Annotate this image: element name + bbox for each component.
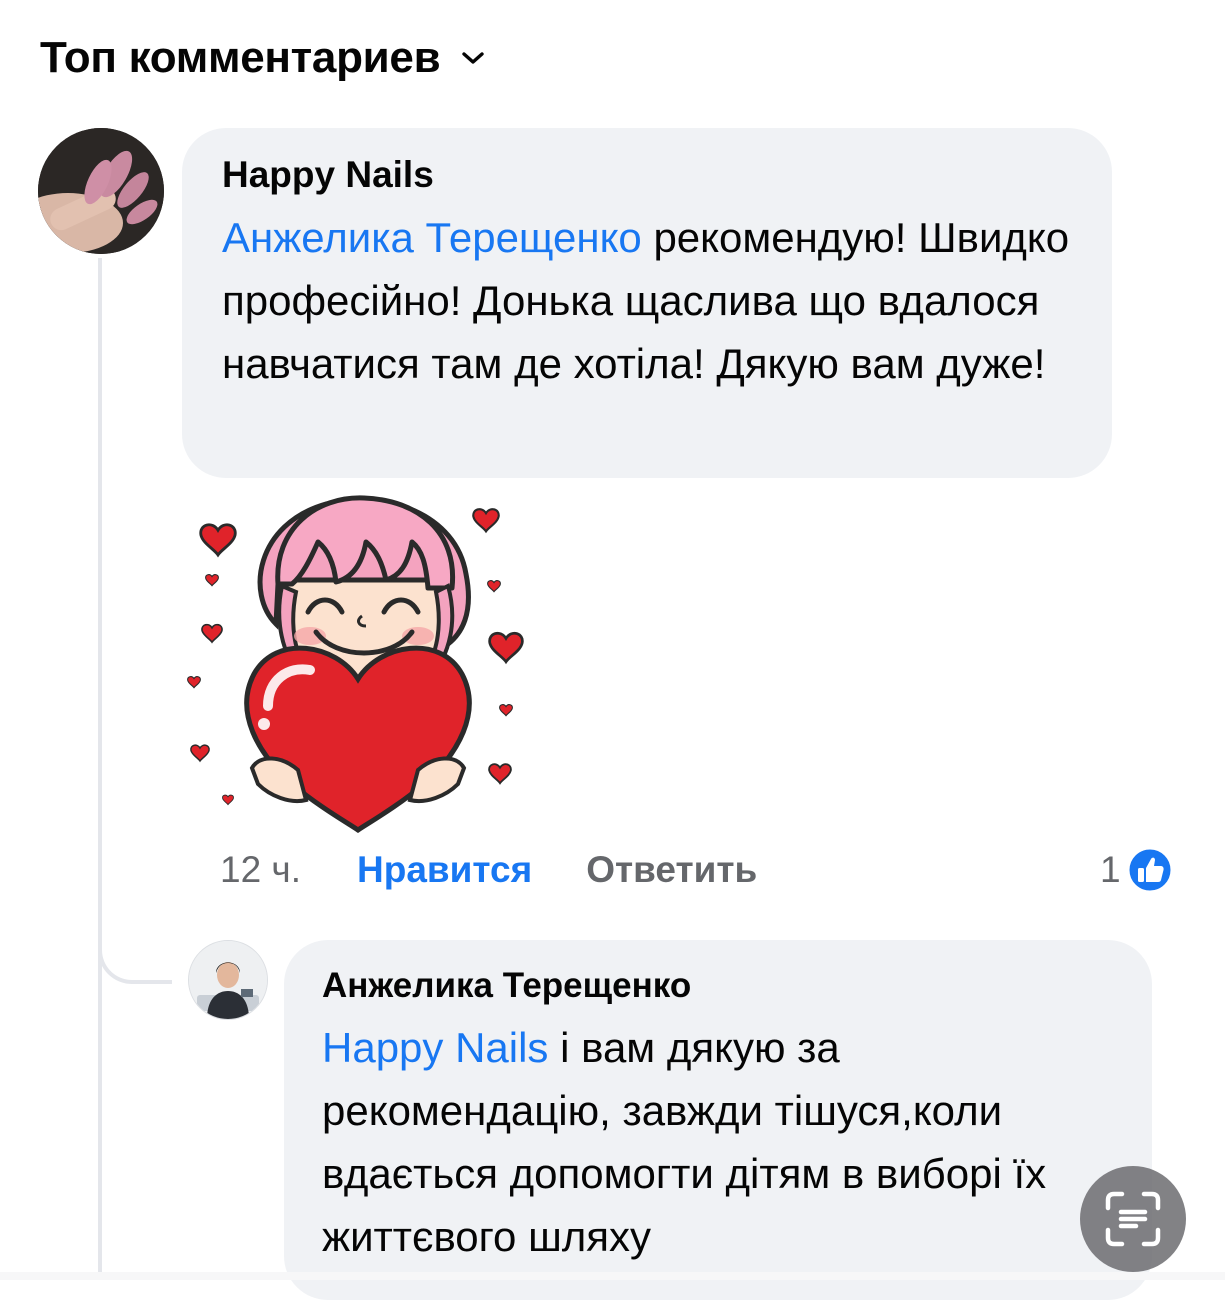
girl-holding-heart-sticker — [187, 495, 524, 834]
text-scan-button[interactable] — [1080, 1166, 1186, 1272]
reactions-summary[interactable]: 1 — [1100, 842, 1175, 898]
nails-photo-icon — [38, 128, 164, 254]
like-button[interactable]: Нравится — [357, 849, 532, 891]
mention-link[interactable]: Happy Nails — [322, 1024, 548, 1071]
bottom-edge — [0, 1272, 1225, 1280]
person-photo-icon — [189, 941, 267, 1019]
scan-text-icon — [1105, 1191, 1161, 1247]
reply-author[interactable]: Анжелика Терещенко — [322, 966, 1122, 1006]
comment-bubble: Happy Nails Анжелика Терещенко рекоменду… — [182, 128, 1112, 478]
sort-title: Топ комментариев — [40, 33, 441, 82]
reply-bubble: Анжелика Терещенко Happy Nails і вам дяк… — [284, 940, 1152, 1300]
thread-line — [98, 258, 102, 1280]
reply-button[interactable]: Ответить — [586, 849, 757, 891]
avatar[interactable] — [188, 940, 268, 1020]
avatar[interactable] — [38, 128, 164, 254]
like-icon — [1126, 846, 1174, 894]
mention-link[interactable]: Анжелика Терещенко — [222, 214, 642, 261]
comment-text: Анжелика Терещенко рекомендую! Швидко пр… — [222, 206, 1074, 395]
comment-author[interactable]: Happy Nails — [222, 154, 1074, 196]
comment-time[interactable]: 12 ч. — [220, 849, 301, 891]
reply-text: Happy Nails і вам дякую за рекомендацію,… — [322, 1016, 1122, 1268]
chevron-down-icon — [462, 52, 485, 64]
sort-dropdown[interactable]: Топ комментариев — [40, 28, 485, 88]
comment-actions: 12 ч. Нравится Ответить — [220, 842, 757, 898]
reaction-count: 1 — [1100, 849, 1121, 890]
reply-connector — [98, 928, 172, 984]
